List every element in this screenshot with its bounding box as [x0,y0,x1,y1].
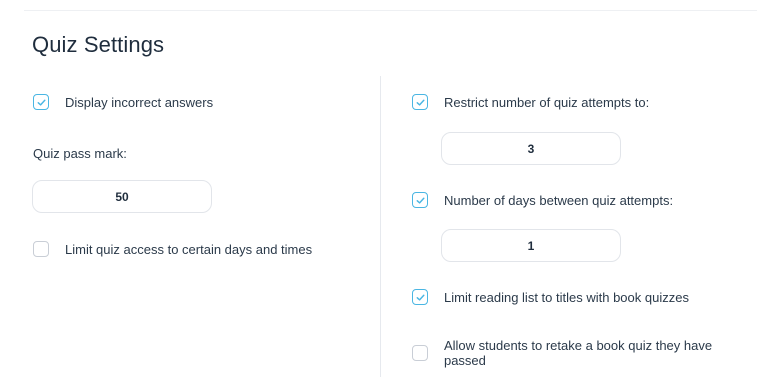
quiz-pass-mark-label: Quiz pass mark: [33,146,127,161]
limit-reading-list-label: Limit reading list to titles with book q… [444,289,689,305]
restrict-quiz-attempts-checkbox[interactable] [412,94,428,110]
limit-reading-list-checkbox[interactable] [412,289,428,305]
top-divider [24,10,757,11]
quiz-attempts-input[interactable]: 3 [441,132,621,165]
page-title: Quiz Settings [32,32,165,57]
restrict-quiz-attempts-label: Restrict number of quiz attempts to: [444,94,650,110]
allow-retake-checkbox[interactable] [412,345,428,361]
quiz-pass-mark-input[interactable]: 50 [32,180,212,213]
days-between-attempts-checkbox[interactable] [412,192,428,208]
checkmark-icon [416,197,425,204]
column-divider [380,76,381,377]
limit-quiz-access-label: Limit quiz access to certain days and ti… [65,241,313,257]
limit-reading-list-option[interactable]: Limit reading list to titles with book q… [412,289,689,305]
days-between-attempts-input[interactable]: 1 [441,229,621,262]
restrict-quiz-attempts-option[interactable]: Restrict number of quiz attempts to: [412,94,649,110]
display-incorrect-answers-checkbox[interactable] [33,94,49,110]
limit-quiz-access-checkbox[interactable] [33,241,49,257]
display-incorrect-answers-option[interactable]: Display incorrect answers [33,94,213,110]
allow-retake-option[interactable]: Allow students to retake a book quiz the… [412,338,757,368]
days-between-attempts-label: Number of days between quiz attempts: [444,192,674,208]
limit-quiz-access-option[interactable]: Limit quiz access to certain days and ti… [33,241,312,257]
days-between-attempts-option[interactable]: Number of days between quiz attempts: [412,192,673,208]
checkmark-icon [416,294,425,301]
allow-retake-label: Allow students to retake a book quiz the… [443,338,713,368]
display-incorrect-answers-label: Display incorrect answers [65,94,214,110]
checkmark-icon [37,99,46,106]
checkmark-icon [416,99,425,106]
